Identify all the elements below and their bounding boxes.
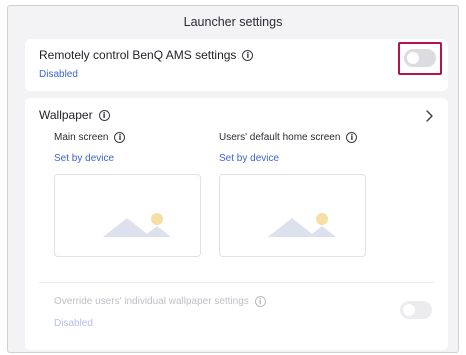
divider [39, 282, 434, 283]
info-icon[interactable]: i [98, 109, 110, 121]
users-default-row: Users' default home screen i [219, 132, 358, 143]
wallpaper-row[interactable]: Wallpaper i [39, 108, 110, 122]
info-icon[interactable]: i [114, 132, 126, 143]
info-icon[interactable]: i [346, 132, 358, 143]
override-label: Override users' individual wallpaper set… [54, 296, 249, 307]
launcher-settings-window: Launcher settings Remotely control BenQ … [7, 5, 459, 353]
chevron-right-icon[interactable] [422, 109, 436, 123]
main-screen-row: Main screen i [54, 132, 126, 143]
page-title: Launcher settings [183, 15, 283, 29]
wallpaper-label: Wallpaper [39, 108, 93, 122]
image-placeholder-icon [268, 213, 336, 237]
override-toggle[interactable] [400, 301, 432, 319]
main-screen-preview[interactable] [54, 174, 201, 257]
remote-control-label: Remotely control BenQ AMS settings [39, 48, 237, 62]
users-default-label: Users' default home screen [219, 132, 341, 143]
remote-control-toggle[interactable] [404, 49, 436, 67]
image-placeholder-icon [103, 213, 171, 237]
main-screen-value[interactable]: Set by device [54, 153, 114, 164]
users-default-preview[interactable] [219, 174, 366, 257]
toggle-knob [407, 52, 419, 64]
remote-control-status: Disabled [39, 69, 78, 80]
users-default-value[interactable]: Set by device [219, 153, 279, 164]
info-icon[interactable]: i [242, 49, 254, 61]
override-row: Override users' individual wallpaper set… [54, 296, 266, 307]
main-screen-label: Main screen [54, 132, 109, 143]
remote-control-card: Remotely control BenQ AMS settings i Dis… [25, 39, 448, 91]
info-icon[interactable]: i [254, 296, 266, 307]
override-status: Disabled [54, 318, 93, 329]
remote-control-row: Remotely control BenQ AMS settings i [39, 48, 254, 62]
toggle-knob [403, 304, 415, 316]
wallpaper-card: Wallpaper i Main screen i Set by device … [25, 98, 448, 350]
